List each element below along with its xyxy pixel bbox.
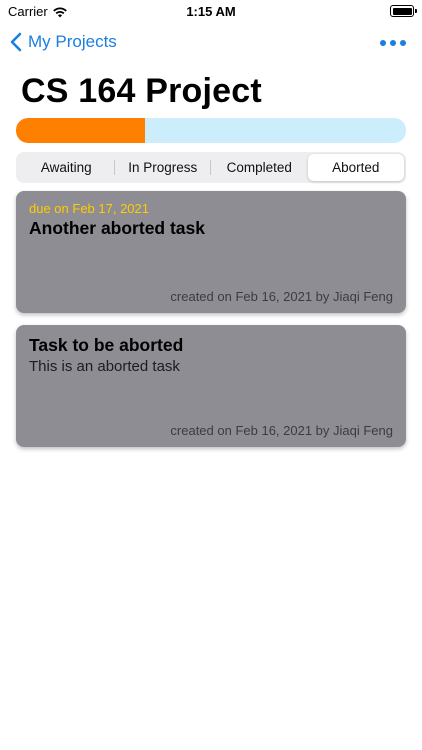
page-title: CS 164 Project [21, 72, 262, 110]
status-segmented-control: Awaiting In Progress Completed Aborted [16, 152, 406, 183]
back-button[interactable]: My Projects [10, 32, 117, 52]
status-time: 1:15 AM [186, 4, 236, 19]
task-title: Task to be aborted [29, 335, 184, 355]
segment-awaiting[interactable]: Awaiting [18, 154, 115, 181]
progress-bar-fill [16, 118, 145, 143]
task-created-info: created on Feb 16, 2021 by Jiaqi Feng [170, 289, 393, 304]
status-bar: Carrier 1:15 AM [0, 0, 422, 26]
chevron-left-icon [10, 32, 22, 52]
battery-icon [390, 5, 417, 17]
project-progress-bar [16, 118, 406, 143]
task-due-date: due on Feb 17, 2021 [29, 201, 149, 216]
navigation-bar: My Projects [0, 28, 422, 60]
segment-aborted[interactable]: Aborted [307, 154, 404, 181]
more-dot-icon [400, 40, 406, 46]
more-dot-icon [380, 40, 386, 46]
segment-completed[interactable]: Completed [211, 154, 308, 181]
task-created-info: created on Feb 16, 2021 by Jiaqi Feng [170, 423, 393, 438]
more-dot-icon [390, 40, 396, 46]
task-description: This is an aborted task [29, 358, 180, 375]
segment-in-progress[interactable]: In Progress [115, 154, 212, 181]
task-card[interactable]: due on Feb 17, 2021 Another aborted task… [16, 191, 406, 313]
task-title: Another aborted task [29, 218, 205, 238]
back-button-label: My Projects [28, 32, 117, 51]
task-card[interactable]: Task to be aborted This is an aborted ta… [16, 325, 406, 447]
more-options-button[interactable] [380, 36, 406, 50]
